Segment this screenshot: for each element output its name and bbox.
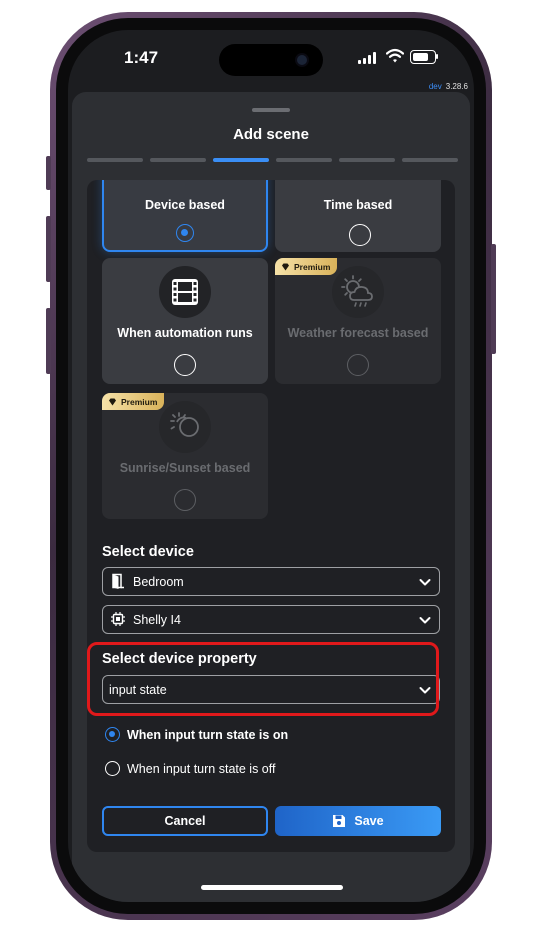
scene-type-label: Weather forecast based bbox=[287, 326, 429, 340]
scene-type-card-weather-forecast[interactable]: Premium Weather forecast based bbox=[275, 258, 441, 384]
version-label: dev 3.28.6 bbox=[429, 82, 468, 91]
scene-type-radio[interactable] bbox=[174, 354, 196, 376]
signal-icon bbox=[358, 52, 376, 64]
door-icon bbox=[112, 573, 124, 589]
diamond-icon bbox=[109, 398, 116, 405]
property-highlight-box bbox=[87, 642, 439, 716]
device-select[interactable]: Shelly I4 bbox=[102, 605, 440, 634]
add-scene-sheet: Add scene Device based Time based When a… bbox=[72, 92, 470, 902]
diamond-icon bbox=[282, 263, 289, 270]
step-indicator-3 bbox=[213, 158, 269, 162]
sheet-title: Add scene bbox=[233, 126, 309, 143]
premium-badge: Premium bbox=[102, 393, 165, 410]
state-option-radio[interactable] bbox=[105, 761, 120, 776]
side-button-volume-down bbox=[46, 308, 51, 374]
premium-badge: Premium bbox=[275, 258, 338, 275]
cancel-button-label: Cancel bbox=[164, 814, 206, 828]
film-icon bbox=[159, 266, 211, 318]
save-button-label: Save bbox=[354, 814, 384, 828]
status-time: 1:47 bbox=[124, 48, 159, 67]
scene-type-label: Device based bbox=[145, 198, 225, 212]
scene-type-label: When automation runs bbox=[117, 326, 253, 340]
scene-type-card-time-based[interactable]: Time based bbox=[275, 180, 441, 252]
scene-type-label: Time based bbox=[323, 198, 393, 212]
scene-type-radio[interactable] bbox=[349, 224, 371, 246]
camera-icon bbox=[297, 55, 307, 65]
device-select-value: Shelly I4 bbox=[133, 613, 181, 627]
premium-badge-label: Premium bbox=[121, 396, 158, 407]
room-select-value: Bedroom bbox=[133, 575, 184, 589]
state-option-label: When input turn state is on bbox=[127, 728, 289, 742]
scene-type-radio[interactable] bbox=[347, 354, 369, 376]
side-button-volume-up bbox=[46, 216, 51, 282]
state-option-radio[interactable] bbox=[105, 727, 120, 742]
step-indicator-4 bbox=[276, 158, 332, 162]
chip-icon bbox=[111, 612, 125, 626]
step-indicator-6 bbox=[402, 158, 458, 162]
sunrise-sunset-icon bbox=[159, 401, 211, 453]
step-indicator-2 bbox=[150, 158, 206, 162]
side-button-power bbox=[491, 244, 496, 354]
side-button-mute bbox=[46, 156, 51, 190]
scene-type-label: Sunrise/Sunset based bbox=[119, 461, 251, 475]
room-select[interactable]: Bedroom bbox=[102, 567, 440, 596]
chevron-down-icon bbox=[419, 617, 431, 624]
battery-tip bbox=[436, 54, 438, 59]
save-icon bbox=[333, 815, 346, 827]
phone-screen: 1:47 dev 3.28.6 Add scene Device based T… bbox=[68, 30, 474, 902]
env-label: dev bbox=[428, 82, 442, 91]
scene-type-card-sunrise-sunset[interactable]: Premium Sunrise/Sunset based bbox=[102, 393, 268, 519]
version-number: 3.28.6 bbox=[445, 82, 468, 91]
chevron-down-icon bbox=[419, 579, 431, 586]
home-indicator[interactable] bbox=[201, 885, 343, 890]
battery-icon bbox=[410, 50, 436, 64]
scene-type-card-automation-runs[interactable]: When automation runs bbox=[102, 258, 268, 384]
weather-icon bbox=[332, 266, 384, 318]
cancel-button[interactable]: Cancel bbox=[102, 806, 268, 836]
state-option-label: When input turn state is off bbox=[127, 762, 276, 776]
step-indicator-1 bbox=[87, 158, 143, 162]
dynamic-island bbox=[219, 44, 323, 76]
scene-type-radio[interactable] bbox=[174, 489, 196, 511]
premium-badge-label: Premium bbox=[294, 261, 331, 272]
wifi-icon bbox=[386, 48, 404, 63]
step-indicator-5 bbox=[339, 158, 395, 162]
scene-form: Device based Time based When automation … bbox=[87, 180, 455, 852]
status-bar: 1:47 dev 3.28.6 bbox=[68, 30, 474, 91]
scene-type-card-device-based[interactable]: Device based bbox=[102, 180, 268, 252]
select-device-title: Select device bbox=[102, 544, 194, 560]
save-button[interactable]: Save bbox=[275, 806, 441, 836]
sheet-grabber[interactable] bbox=[252, 108, 290, 112]
scene-type-radio[interactable] bbox=[176, 224, 194, 242]
